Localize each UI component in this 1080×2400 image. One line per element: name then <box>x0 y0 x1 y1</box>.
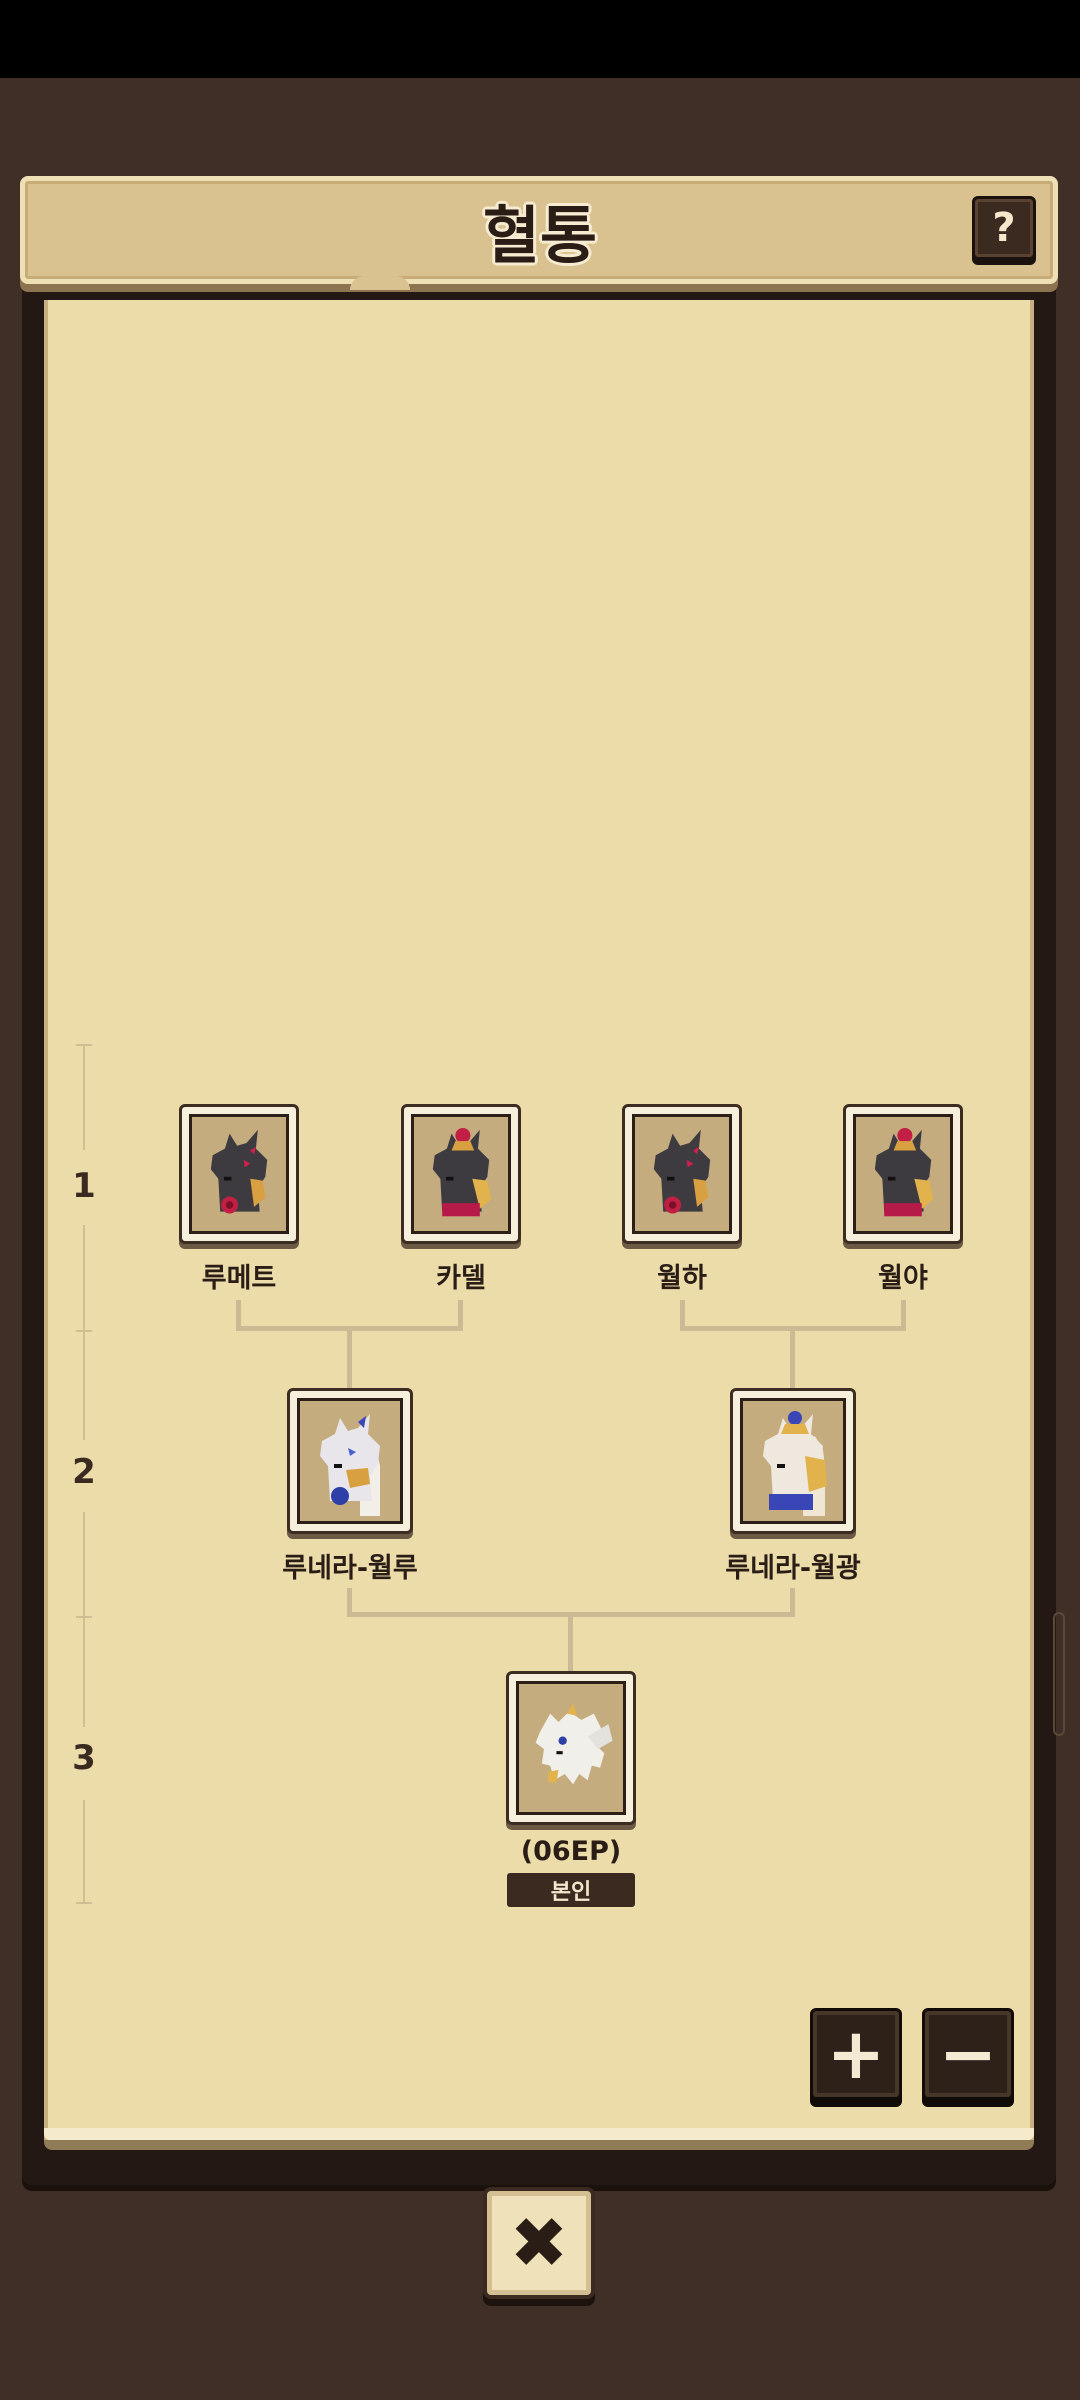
pedigree-name: 월하 <box>657 1263 707 1294</box>
generation-label-3: 3 <box>72 1738 96 1778</box>
ruler-tick <box>76 1044 92 1046</box>
pedigree-card-self[interactable] <box>506 1671 636 1825</box>
pedigree-card-rumet[interactable] <box>179 1104 299 1244</box>
generation-label-1: 1 <box>72 1166 96 1206</box>
paper-bottom-shadow <box>44 2140 1034 2150</box>
pedigree-card-wolya[interactable] <box>843 1104 963 1244</box>
self-badge: 본인 <box>507 1873 635 1907</box>
pedigree-card-wolha[interactable] <box>622 1104 742 1244</box>
white-dragon-portrait-icon <box>300 1406 400 1516</box>
paper-bottom-edge <box>44 2128 1034 2140</box>
pedigree-name: (06EP) <box>520 1836 622 1867</box>
close-button[interactable]: ✖ <box>483 2187 595 2299</box>
ruler-line <box>83 1045 85 1150</box>
dark-dragon-crowned-portrait-icon <box>856 1122 950 1226</box>
zoom-out-button[interactable]: − <box>922 2008 1014 2100</box>
tree-connector <box>347 1330 352 1390</box>
zoom-in-button[interactable]: + <box>810 2008 902 2100</box>
ruler-line <box>83 1800 85 1903</box>
pedigree-name: 월야 <box>878 1263 928 1294</box>
ruler-tick <box>76 1330 92 1332</box>
close-icon: ✖ <box>509 2202 569 2284</box>
dark-dragon-portrait-icon <box>192 1122 286 1226</box>
ruler-line <box>83 1512 85 1617</box>
pedigree-card-lunera-wollu[interactable] <box>287 1388 413 1534</box>
baby-dragon-portrait-icon <box>519 1690 623 1806</box>
generation-label-2: 2 <box>72 1452 96 1492</box>
pedigree-name: 루네라-월광 <box>725 1553 861 1584</box>
tree-connector <box>347 1588 352 1615</box>
ruler-tick <box>76 1616 92 1618</box>
pedigree-name: 루네라-월루 <box>282 1553 418 1584</box>
tree-connector <box>790 1588 795 1615</box>
pedigree-name: 카델 <box>436 1263 486 1294</box>
ruler-line <box>83 1617 85 1727</box>
pedigree-name: 루메트 <box>201 1263 277 1294</box>
pedigree-card-lunera-wolgwang[interactable] <box>730 1388 856 1534</box>
side-scroll-handle[interactable] <box>1053 1612 1065 1736</box>
page-title: 혈통 <box>482 199 598 272</box>
tree-connector <box>568 1615 573 1673</box>
pedigree-card-kadel[interactable] <box>401 1104 521 1244</box>
gold-dragon-portrait-icon <box>743 1406 843 1516</box>
ruler-line <box>83 1225 85 1330</box>
tree-connector <box>790 1330 795 1390</box>
dark-dragon-crowned-portrait-icon <box>414 1122 508 1226</box>
status-bar <box>0 0 1080 78</box>
ruler-line <box>83 1330 85 1440</box>
dark-dragon-portrait-icon <box>635 1122 729 1226</box>
help-button[interactable]: ? <box>972 196 1036 260</box>
ruler-tick <box>76 1902 92 1904</box>
